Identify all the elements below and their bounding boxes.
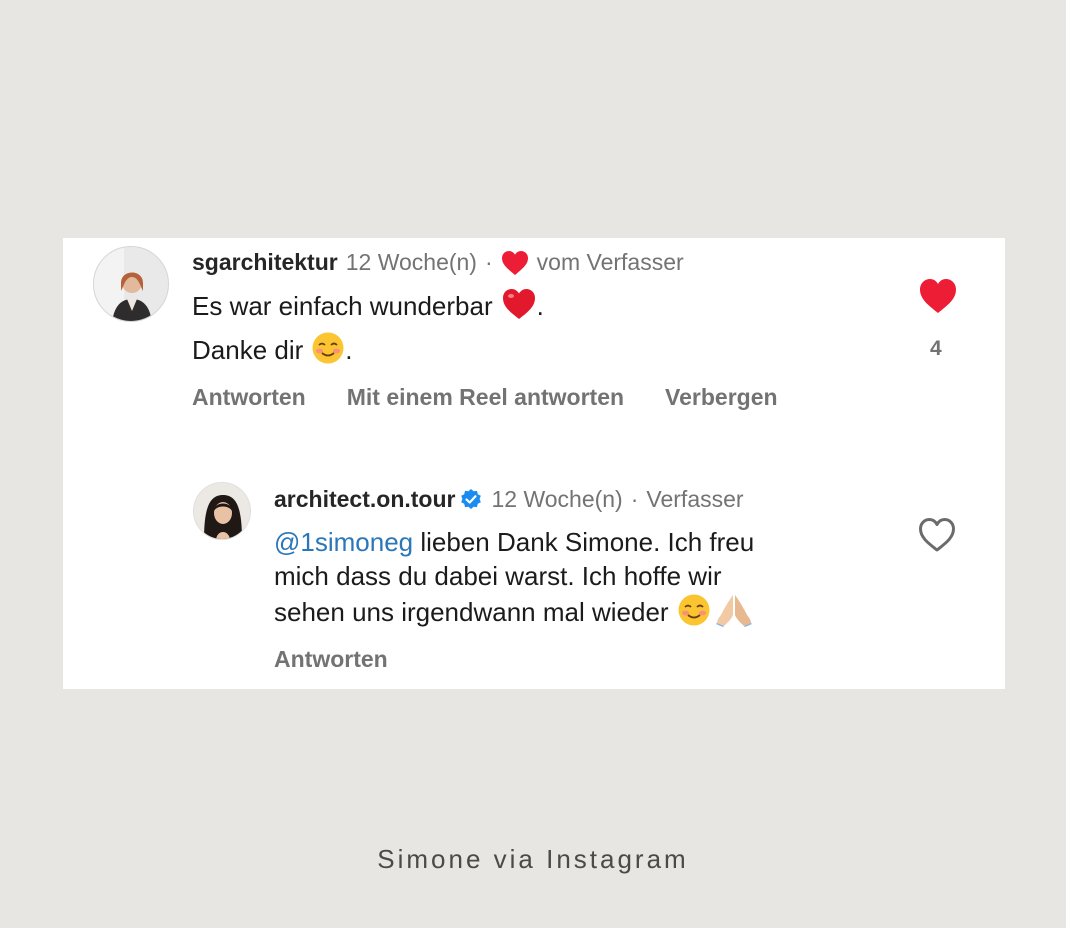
comment-meta: sgarchitektur 12 Woche(n) · vom Verfasse… bbox=[192, 249, 684, 276]
comment-line-text: Es war einfach wunderbar bbox=[192, 291, 493, 321]
avatar-architect-on-tour[interactable] bbox=[193, 482, 251, 540]
reply-meta: architect.on.tour 12 Woche(n) · Verfasse… bbox=[274, 486, 744, 513]
smiling-face-emoji bbox=[312, 332, 344, 364]
comment-line-punct: . bbox=[536, 291, 544, 321]
reply-button[interactable]: Antworten bbox=[192, 384, 306, 411]
author-label: Verfasser bbox=[646, 486, 744, 512]
reply-line-text: sehen uns irgendwann mal wieder bbox=[274, 597, 669, 627]
reply-actions: Antworten bbox=[274, 646, 388, 673]
liked-by-author-label: vom Verfasser bbox=[536, 249, 684, 275]
comment-line: Danke dir . bbox=[192, 328, 544, 372]
reply-with-reel-button[interactable]: Mit einem Reel antworten bbox=[347, 384, 624, 411]
reply-line: sehen uns irgendwann mal wieder bbox=[274, 593, 754, 629]
reply-username[interactable]: architect.on.tour bbox=[274, 486, 455, 513]
meta-separator: · bbox=[630, 486, 639, 512]
reply-text: @1simoneg lieben Dank Simone. Ich freu m… bbox=[274, 525, 754, 629]
comment-actions: Antworten Mit einem Reel antworten Verbe… bbox=[192, 384, 778, 411]
reply-line-text: lieben Dank Simone. Ich freu bbox=[420, 527, 755, 557]
like-button-filled-heart-icon[interactable] bbox=[918, 277, 958, 315]
mention-link[interactable]: @1simoneg bbox=[274, 527, 413, 557]
folded-hands-emoji bbox=[715, 595, 752, 627]
heart-icon bbox=[501, 250, 528, 275]
reply-button[interactable]: Antworten bbox=[274, 646, 388, 673]
meta-separator: · bbox=[484, 249, 493, 275]
reply-time: 12 Woche(n) bbox=[491, 486, 623, 512]
image-caption: Simone via Instagram bbox=[377, 844, 689, 874]
comment-username[interactable]: sgarchitektur bbox=[192, 249, 338, 276]
like-button-heart-outline-icon[interactable] bbox=[917, 516, 957, 554]
smiling-face-emoji bbox=[678, 594, 710, 626]
avatar-sgarchitektur[interactable] bbox=[93, 246, 169, 322]
comment-text: Es war einfach wunderbar . Danke dir . bbox=[192, 284, 544, 372]
comment-card: sgarchitektur 12 Woche(n) · vom Verfasse… bbox=[63, 238, 1005, 689]
reply-line: mich dass du dabei warst. Ich hoffe wir bbox=[274, 559, 754, 593]
comment-line-punct: . bbox=[345, 335, 353, 365]
hide-button[interactable]: Verbergen bbox=[665, 384, 778, 411]
comment-line-text: Danke dir bbox=[192, 335, 304, 365]
reply-line-text: mich dass du dabei warst. Ich hoffe wir bbox=[274, 561, 722, 591]
verified-badge-icon bbox=[461, 488, 482, 509]
comment-line: Es war einfach wunderbar . bbox=[192, 284, 544, 328]
reply-line: @1simoneg lieben Dank Simone. Ich freu bbox=[274, 525, 754, 559]
red-heart-emoji bbox=[502, 289, 535, 319]
like-count: 4 bbox=[930, 337, 942, 360]
avatar-photo bbox=[94, 247, 168, 321]
avatar-photo bbox=[194, 483, 250, 539]
comment-time: 12 Woche(n) bbox=[345, 249, 477, 275]
